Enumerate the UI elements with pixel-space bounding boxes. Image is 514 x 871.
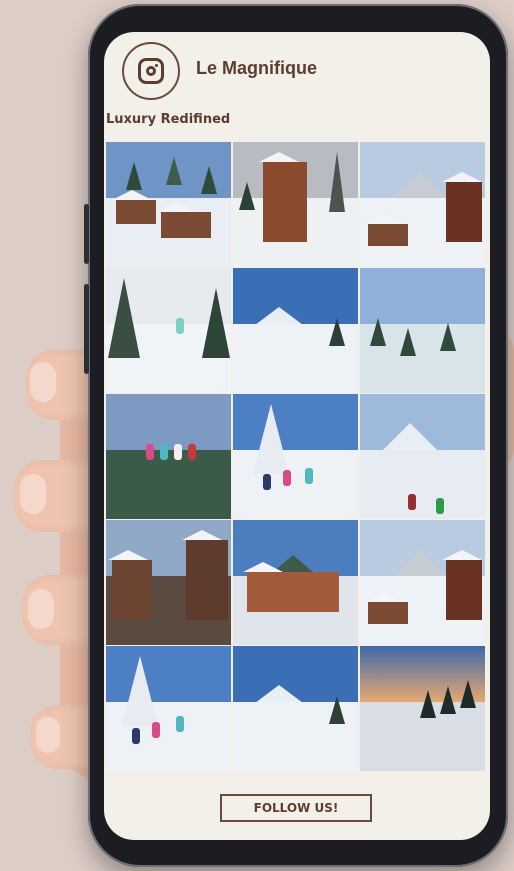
photo-grid xyxy=(106,142,486,774)
instagram-icon xyxy=(138,58,164,84)
volume-button xyxy=(84,284,89,374)
photo-tile[interactable] xyxy=(106,646,231,771)
profile-name: Le Magnifique xyxy=(196,58,317,78)
photo-tile[interactable] xyxy=(360,394,485,519)
instagram-logo[interactable] xyxy=(122,42,180,100)
photo-tile[interactable] xyxy=(233,520,358,645)
photo-tile[interactable] xyxy=(106,520,231,645)
photo-tile[interactable] xyxy=(233,394,358,519)
photo-tile[interactable] xyxy=(106,142,231,267)
profile-tagline: Luxury Redifined xyxy=(106,112,231,127)
photo-tile[interactable] xyxy=(233,646,358,771)
phone-screen: Le Magnifique Luxury Redifined FOLLOW US… xyxy=(104,32,490,840)
follow-us-button[interactable]: FOLLOW US! xyxy=(220,794,372,822)
profile-header: Le Magnifique xyxy=(104,32,490,104)
photo-tile[interactable] xyxy=(106,268,231,393)
photo-tile[interactable] xyxy=(360,520,485,645)
photo-tile[interactable] xyxy=(233,142,358,267)
photo-tile[interactable] xyxy=(233,268,358,393)
photo-tile[interactable] xyxy=(106,394,231,519)
photo-tile[interactable] xyxy=(360,268,485,393)
photo-tile[interactable] xyxy=(360,142,485,267)
photo-tile[interactable] xyxy=(360,646,485,771)
power-button xyxy=(84,204,89,264)
